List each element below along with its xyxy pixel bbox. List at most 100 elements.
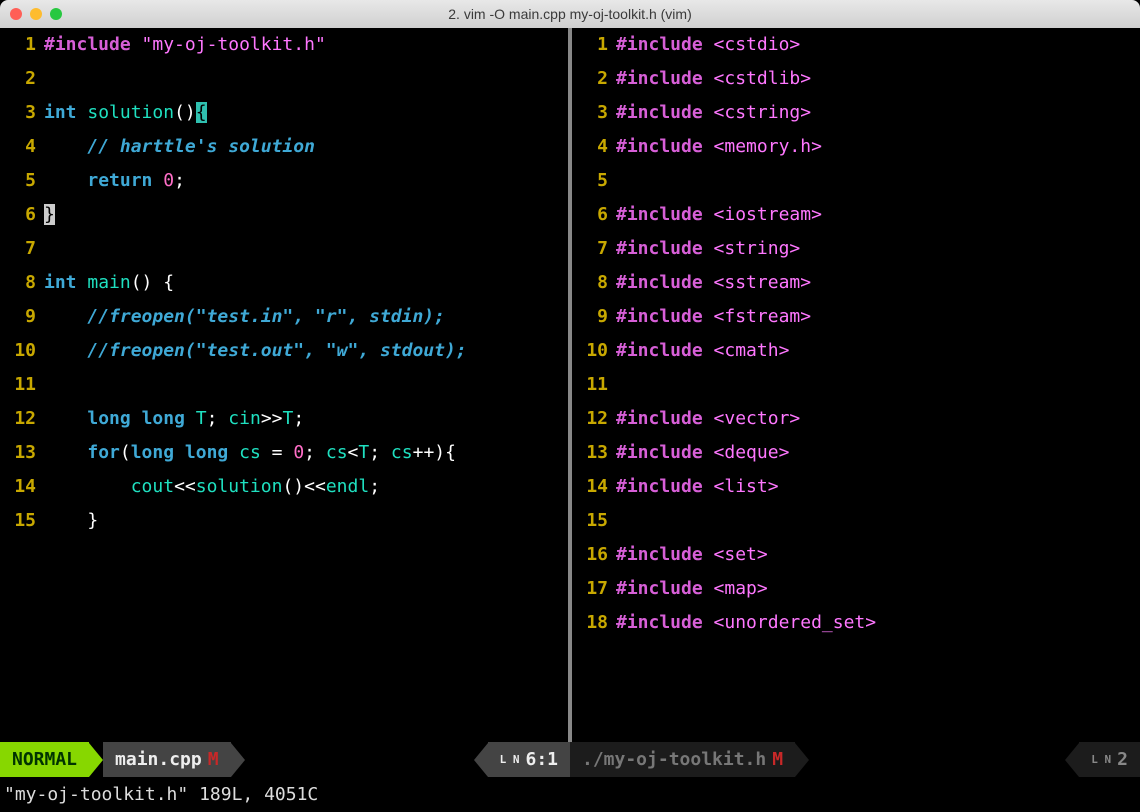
- code-line[interactable]: #include <list>: [616, 470, 1140, 504]
- separator-icon: [1065, 743, 1079, 777]
- line-number: 11: [572, 368, 608, 402]
- left-code[interactable]: #include "my-oj-toolkit.h" int solution(…: [44, 28, 568, 742]
- right-pane[interactable]: 123456789101112131415161718 #include <cs…: [572, 28, 1140, 742]
- right-filename: ./my-oj-toolkit.h M: [570, 742, 795, 777]
- line-number: 17: [572, 572, 608, 606]
- code-line[interactable]: for(long long cs = 0; cs<T; cs++){: [44, 436, 568, 470]
- editor-split: 123456789101112131415 #include "my-oj-to…: [0, 28, 1140, 742]
- line-number: 15: [0, 504, 36, 538]
- code-line[interactable]: }: [44, 198, 568, 232]
- code-line[interactable]: // harttle's solution: [44, 130, 568, 164]
- code-line[interactable]: [44, 232, 568, 266]
- line-number: 16: [572, 538, 608, 572]
- line-number: 10: [572, 334, 608, 368]
- code-line[interactable]: #include <cstdio>: [616, 28, 1140, 62]
- code-line[interactable]: #include <sstream>: [616, 266, 1140, 300]
- line-number: 6: [0, 198, 36, 232]
- right-gutter: 123456789101112131415161718: [572, 28, 616, 742]
- line-number: 5: [572, 164, 608, 198]
- line-number: 13: [572, 436, 608, 470]
- line-number: 9: [0, 300, 36, 334]
- right-position: L N 2: [1079, 742, 1140, 777]
- code-line[interactable]: #include <cmath>: [616, 334, 1140, 368]
- position-text: 6:1: [525, 743, 558, 777]
- filename-text: main.cpp: [115, 743, 202, 777]
- line-number: 1: [0, 28, 36, 62]
- line-number: 11: [0, 368, 36, 402]
- code-line[interactable]: #include <map>: [616, 572, 1140, 606]
- right-code[interactable]: #include <cstdio>#include <cstdlib>#incl…: [616, 28, 1140, 742]
- line-number: 8: [572, 266, 608, 300]
- line-number: 4: [572, 130, 608, 164]
- code-line[interactable]: [44, 368, 568, 402]
- code-line[interactable]: [44, 62, 568, 96]
- left-gutter: 123456789101112131415: [0, 28, 44, 742]
- command-line[interactable]: "my-oj-toolkit.h" 189L, 4051C: [0, 777, 1140, 812]
- line-number: 7: [0, 232, 36, 266]
- code-line[interactable]: #include <memory.h>: [616, 130, 1140, 164]
- code-line[interactable]: long long T; cin>>T;: [44, 402, 568, 436]
- separator-icon: [89, 743, 103, 777]
- code-line[interactable]: //freopen("test.out", "w", stdout);: [44, 334, 568, 368]
- minimize-icon[interactable]: [30, 8, 42, 20]
- code-line[interactable]: #include <cstring>: [616, 96, 1140, 130]
- code-line[interactable]: #include <deque>: [616, 436, 1140, 470]
- status-area: NORMAL main.cpp M L N 6:1 ./my-oj-toolki…: [0, 742, 1140, 812]
- line-number-icon: L N: [1091, 754, 1111, 765]
- status-left-pane: NORMAL main.cpp M L N 6:1: [0, 742, 570, 777]
- code-line[interactable]: }: [44, 504, 568, 538]
- separator-icon: [474, 743, 488, 777]
- left-filename: main.cpp M: [103, 742, 231, 777]
- code-line[interactable]: #include "my-oj-toolkit.h": [44, 28, 568, 62]
- line-number: 1: [572, 28, 608, 62]
- line-number: 2: [0, 62, 36, 96]
- line-number-icon: L N: [500, 754, 520, 765]
- line-number: 4: [0, 130, 36, 164]
- code-line[interactable]: #include <string>: [616, 232, 1140, 266]
- code-line[interactable]: #include <set>: [616, 538, 1140, 572]
- close-icon[interactable]: [10, 8, 22, 20]
- traffic-lights: [10, 8, 62, 20]
- line-number: 14: [572, 470, 608, 504]
- filename-text: ./my-oj-toolkit.h: [582, 743, 766, 777]
- line-number: 7: [572, 232, 608, 266]
- code-line[interactable]: #include <unordered_set>: [616, 606, 1140, 640]
- window-title: 2. vim -O main.cpp my-oj-toolkit.h (vim): [0, 6, 1140, 22]
- line-number: 12: [572, 402, 608, 436]
- modified-flag: M: [766, 743, 783, 777]
- separator-icon: [795, 743, 809, 777]
- line-number: 8: [0, 266, 36, 300]
- modified-flag: M: [202, 743, 219, 777]
- code-line[interactable]: int main() {: [44, 266, 568, 300]
- line-number: 10: [0, 334, 36, 368]
- separator-icon: [231, 743, 245, 777]
- left-pane[interactable]: 123456789101112131415 #include "my-oj-to…: [0, 28, 568, 742]
- line-number: 9: [572, 300, 608, 334]
- line-number: 15: [572, 504, 608, 538]
- code-line[interactable]: cout<<solution()<<endl;: [44, 470, 568, 504]
- code-line[interactable]: #include <vector>: [616, 402, 1140, 436]
- line-number: 12: [0, 402, 36, 436]
- left-position: L N 6:1: [488, 742, 570, 777]
- line-number: 2: [572, 62, 608, 96]
- line-number: 5: [0, 164, 36, 198]
- code-line[interactable]: return 0;: [44, 164, 568, 198]
- zoom-icon[interactable]: [50, 8, 62, 20]
- titlebar: 2. vim -O main.cpp my-oj-toolkit.h (vim): [0, 0, 1140, 28]
- code-line[interactable]: #include <cstdlib>: [616, 62, 1140, 96]
- code-line[interactable]: [616, 368, 1140, 402]
- mode-indicator: NORMAL: [0, 742, 89, 777]
- line-number: 18: [572, 606, 608, 640]
- line-number: 6: [572, 198, 608, 232]
- code-line[interactable]: [616, 504, 1140, 538]
- code-line[interactable]: [616, 164, 1140, 198]
- line-number: 14: [0, 470, 36, 504]
- code-line[interactable]: int solution(){: [44, 96, 568, 130]
- line-number: 13: [0, 436, 36, 470]
- position-text: 2: [1117, 743, 1128, 777]
- status-right-pane: ./my-oj-toolkit.h M L N 2: [570, 742, 1140, 777]
- code-line[interactable]: #include <iostream>: [616, 198, 1140, 232]
- code-line[interactable]: #include <fstream>: [616, 300, 1140, 334]
- line-number: 3: [0, 96, 36, 130]
- code-line[interactable]: //freopen("test.in", "r", stdin);: [44, 300, 568, 334]
